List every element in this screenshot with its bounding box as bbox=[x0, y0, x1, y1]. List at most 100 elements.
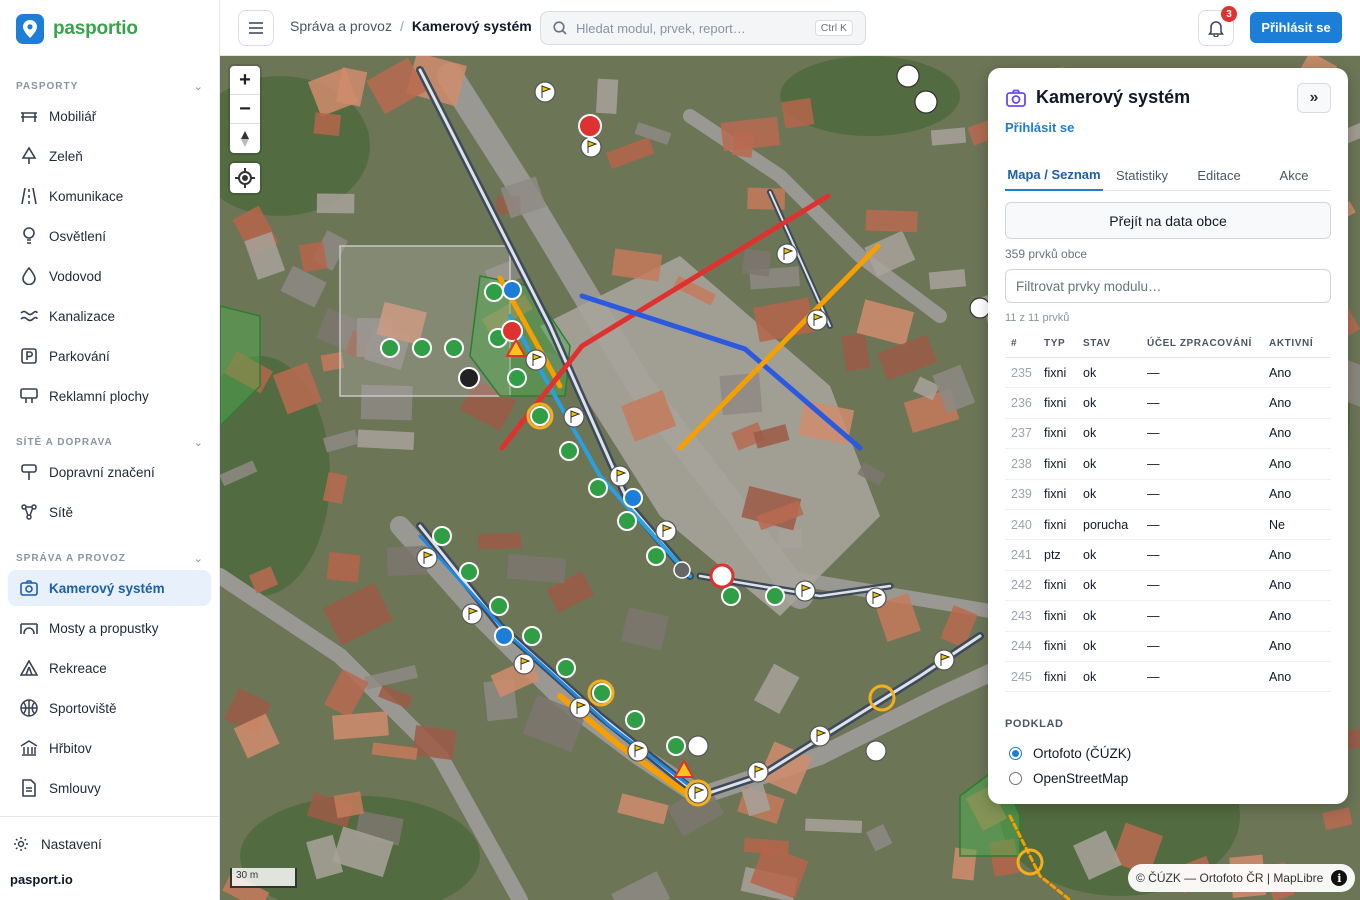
bench-marker[interactable] bbox=[914, 90, 938, 114]
radio-button[interactable] bbox=[1009, 746, 1022, 760]
tree-marker[interactable] bbox=[412, 338, 432, 358]
tree-marker[interactable] bbox=[765, 586, 785, 606]
flag-marker[interactable] bbox=[747, 761, 769, 783]
flag-marker[interactable] bbox=[627, 740, 649, 762]
radio-button[interactable] bbox=[1009, 771, 1022, 785]
sidebar-item-zelen[interactable]: Zeleň bbox=[8, 138, 211, 174]
sidebar-item-vodovod[interactable]: Vodovod bbox=[8, 258, 211, 294]
table-row[interactable]: 245 fixni ok — Ano bbox=[1005, 662, 1331, 693]
column-header[interactable]: # bbox=[1005, 338, 1044, 349]
bench-marker[interactable] bbox=[896, 64, 920, 88]
sidebar-item-reklamni-plochy[interactable]: Reklamní plochy bbox=[8, 378, 211, 414]
bench-marker[interactable] bbox=[969, 297, 991, 319]
tree-marker[interactable] bbox=[617, 511, 637, 531]
speed-sign-marker[interactable] bbox=[709, 563, 735, 589]
no-entry-marker[interactable] bbox=[501, 320, 523, 342]
table-row[interactable]: 243 fixni ok — Ano bbox=[1005, 601, 1331, 632]
flag-marker[interactable] bbox=[525, 349, 547, 371]
tree-marker[interactable] bbox=[588, 478, 608, 498]
column-header[interactable]: STAV bbox=[1083, 338, 1147, 349]
flag-marker[interactable] bbox=[933, 649, 955, 671]
search-box[interactable]: Ctrl K bbox=[540, 11, 866, 45]
tree-marker[interactable] bbox=[380, 338, 400, 358]
login-button[interactable]: Přihlásit se bbox=[1250, 12, 1342, 43]
flag-marker[interactable] bbox=[461, 603, 483, 625]
basemap-option-ortofoto[interactable]: Ortofoto (ČÚZK) bbox=[1009, 744, 1131, 762]
tab-editace[interactable]: Editace bbox=[1181, 160, 1257, 191]
search-input[interactable] bbox=[576, 20, 806, 36]
panel-login-link[interactable]: Přihlásit se bbox=[1005, 120, 1074, 135]
tree-marker[interactable] bbox=[530, 406, 550, 426]
table-row[interactable]: 238 fixni ok — Ano bbox=[1005, 449, 1331, 480]
column-header[interactable]: ÚČEL ZPRACOVÁNÍ bbox=[1147, 338, 1269, 349]
flag-marker[interactable] bbox=[776, 243, 798, 265]
sidebar-item-mobiliar[interactable]: Mobiliář bbox=[8, 98, 211, 134]
app-logo[interactable]: pasportio bbox=[16, 14, 138, 44]
sidebar-item-hrbitov[interactable]: Hřbitov bbox=[8, 730, 211, 766]
flag-marker[interactable] bbox=[580, 136, 602, 158]
zoom-out-button[interactable]: − bbox=[230, 95, 260, 124]
tree-marker[interactable] bbox=[444, 338, 464, 358]
settings-link[interactable]: Nastavení bbox=[10, 832, 102, 856]
collapse-panel-button[interactable]: » bbox=[1297, 83, 1331, 113]
sidebar-item-kamerovy-system[interactable]: Kamerový systém bbox=[8, 570, 211, 606]
camera-marker[interactable] bbox=[623, 488, 643, 508]
section-pasporty[interactable]: PASPORTY ⌄ bbox=[16, 79, 204, 93]
table-row[interactable]: 241 ptz ok — Ano bbox=[1005, 540, 1331, 571]
tree-marker[interactable] bbox=[489, 596, 509, 616]
section-site-a-doprava[interactable]: SÍTĚ A DOPRAVA ⌄ bbox=[16, 435, 204, 449]
tree-marker[interactable] bbox=[721, 586, 741, 606]
tab-mapa-seznam[interactable]: Mapa / Seznam bbox=[1005, 160, 1103, 191]
flag-marker[interactable] bbox=[569, 697, 591, 719]
flag-marker[interactable] bbox=[513, 653, 535, 675]
sidebar-item-mosty-a-propustky[interactable]: Mosty a propustky bbox=[8, 610, 211, 646]
table-row[interactable]: 236 fixni ok — Ano bbox=[1005, 388, 1331, 419]
flag-marker[interactable] bbox=[416, 547, 438, 569]
flag-marker[interactable] bbox=[534, 81, 556, 103]
breadcrumb-item[interactable]: Správa a provoz bbox=[290, 18, 392, 34]
column-header[interactable]: TYP bbox=[1044, 338, 1083, 349]
sidebar-item-dopravni-znaceni[interactable]: Dopravní značení bbox=[8, 454, 211, 490]
bench-marker[interactable] bbox=[687, 735, 709, 757]
bench-marker[interactable] bbox=[865, 740, 887, 762]
tab-statistiky[interactable]: Statistiky bbox=[1103, 160, 1181, 191]
table-row[interactable]: 239 fixni ok — Ano bbox=[1005, 480, 1331, 510]
flag-marker[interactable] bbox=[609, 465, 631, 487]
flag-marker[interactable] bbox=[655, 520, 677, 542]
flag-marker[interactable] bbox=[809, 725, 831, 747]
tree-marker[interactable] bbox=[432, 526, 452, 546]
zoom-in-button[interactable]: + bbox=[230, 66, 260, 95]
tree-marker[interactable] bbox=[507, 368, 527, 388]
go-to-data-button[interactable]: Přejít na data obce bbox=[1005, 202, 1331, 239]
sidebar-item-rekreace[interactable]: Rekreace bbox=[8, 650, 211, 686]
table-row[interactable]: 242 fixni ok — Ano bbox=[1005, 571, 1331, 602]
section-sprava-a-provoz[interactable]: SPRÁVA A PROVOZ ⌄ bbox=[16, 551, 204, 565]
tree-marker[interactable] bbox=[559, 441, 579, 461]
tree-marker[interactable] bbox=[592, 683, 612, 703]
tree-marker[interactable] bbox=[556, 658, 576, 678]
filter-input[interactable] bbox=[1016, 278, 1316, 294]
basemap-option-osm[interactable]: OpenStreetMap bbox=[1009, 769, 1128, 787]
camera-marker[interactable] bbox=[494, 626, 514, 646]
tree-marker[interactable] bbox=[459, 562, 479, 582]
flag-marker[interactable] bbox=[563, 406, 585, 428]
flag-marker[interactable] bbox=[806, 309, 828, 331]
manhole-marker[interactable] bbox=[673, 561, 691, 579]
sidebar-item-site[interactable]: Sítě bbox=[8, 494, 211, 530]
menu-button[interactable] bbox=[238, 10, 274, 46]
geolocate-button[interactable] bbox=[230, 163, 260, 193]
sidebar-item-komunikace[interactable]: Komunikace bbox=[8, 178, 211, 214]
tree-marker[interactable] bbox=[625, 710, 645, 730]
camera-device-marker[interactable] bbox=[458, 367, 480, 389]
table-row[interactable]: 240 fixni porucha — Ne bbox=[1005, 510, 1331, 541]
info-icon[interactable]: i bbox=[1331, 870, 1348, 886]
filter-box[interactable] bbox=[1005, 269, 1331, 303]
sidebar-item-smlouvy[interactable]: Smlouvy bbox=[8, 770, 211, 806]
sidebar-item-sportoviste[interactable]: Sportoviště bbox=[8, 690, 211, 726]
camera-marker[interactable] bbox=[502, 280, 522, 300]
column-header[interactable]: AKTIVNÍ bbox=[1269, 338, 1329, 349]
compass-button[interactable] bbox=[230, 124, 260, 153]
no-entry-marker[interactable] bbox=[578, 114, 602, 138]
sidebar-item-kanalizace[interactable]: Kanalizace bbox=[8, 298, 211, 334]
tree-marker[interactable] bbox=[522, 626, 542, 646]
